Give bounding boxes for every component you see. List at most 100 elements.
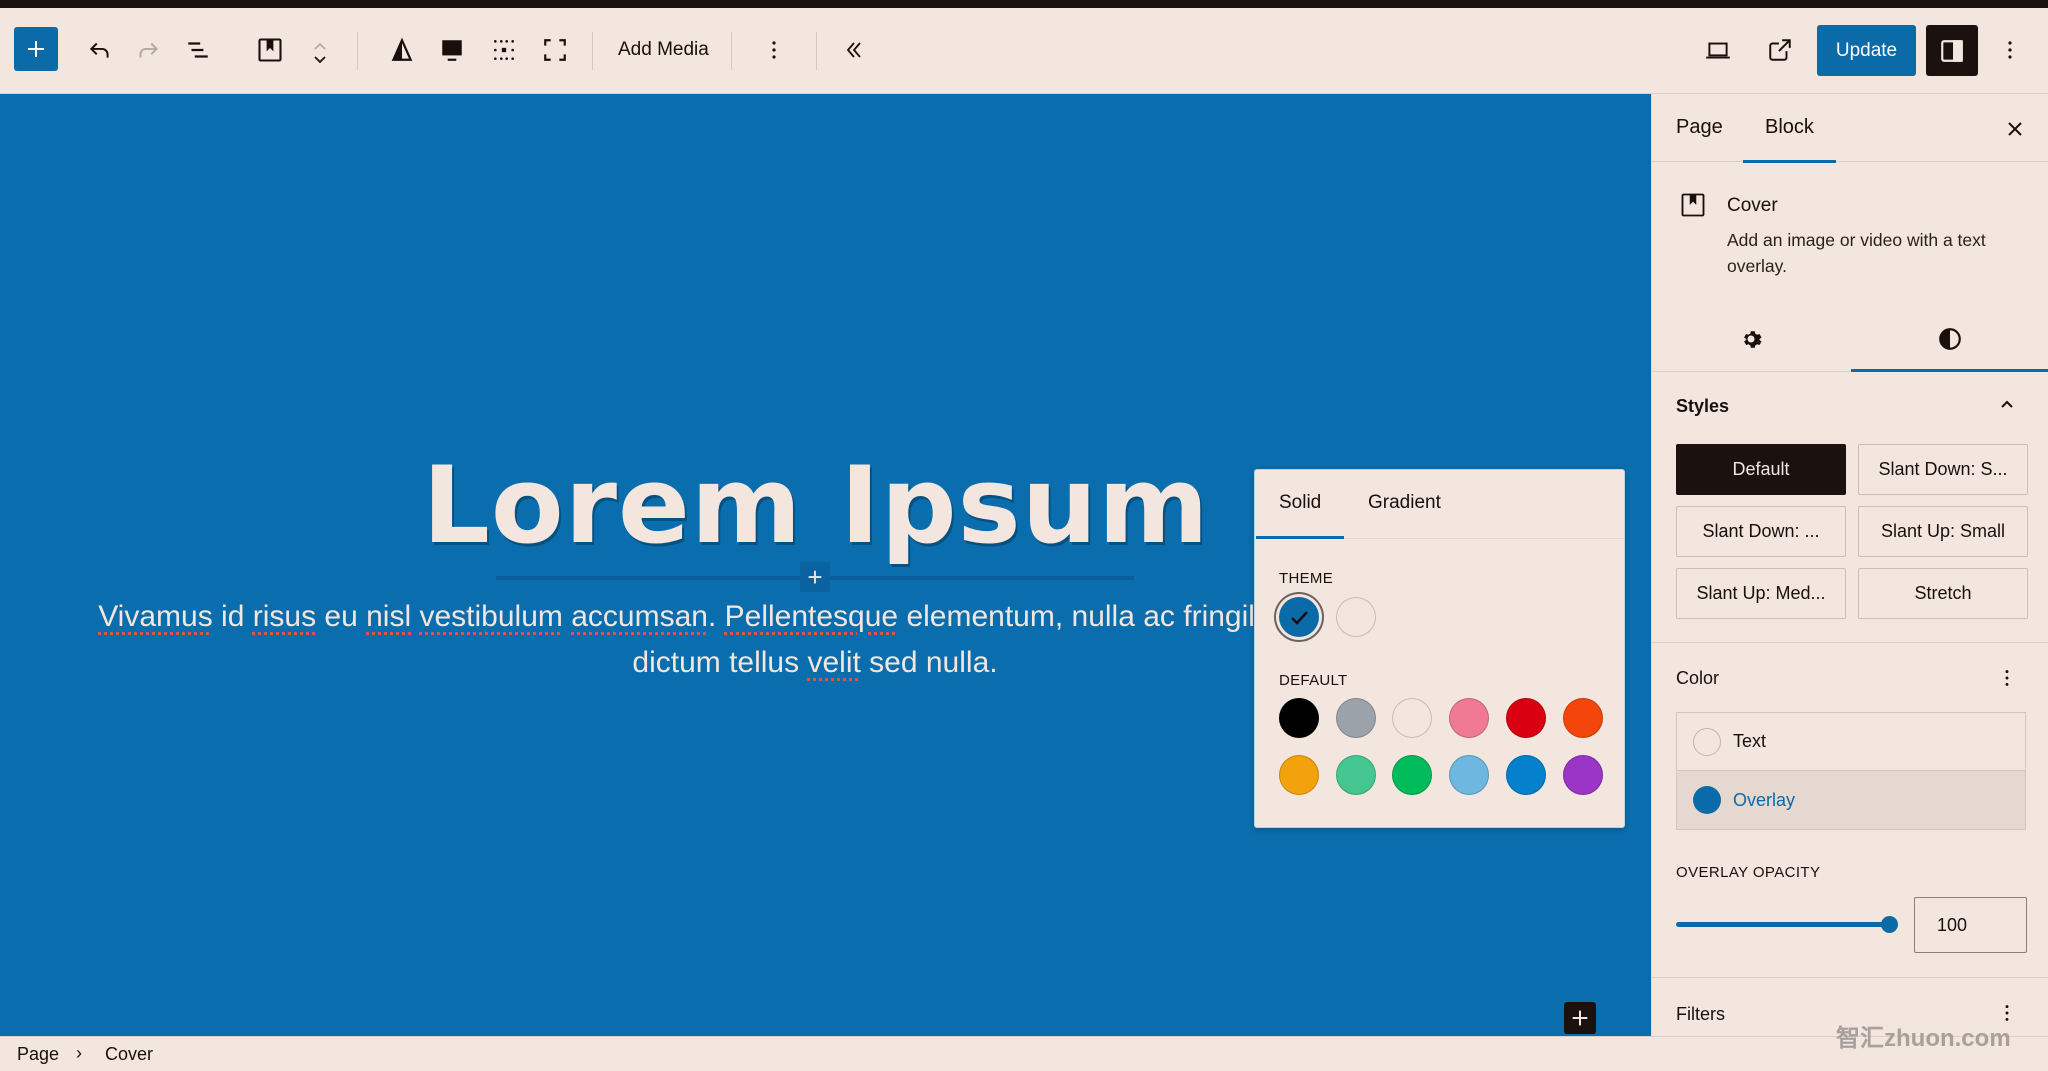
block-description: Add an image or video with a text overla… xyxy=(1727,230,1986,276)
close-sidebar-button[interactable] xyxy=(2000,114,2030,144)
style-option-button[interactable]: Slant Down: ... xyxy=(1676,506,1846,557)
style-option-button[interactable]: Stretch xyxy=(1858,568,2028,619)
settings-toggle-button[interactable] xyxy=(1926,25,1978,76)
preview-button[interactable] xyxy=(1698,30,1738,70)
undo-icon xyxy=(89,42,109,58)
text-color-item[interactable]: Text xyxy=(1677,713,2025,771)
theme-colors-label: THEME xyxy=(1279,570,1333,587)
content-position-button[interactable] xyxy=(432,30,472,70)
options-menu-button[interactable] xyxy=(1992,30,2028,70)
paragraph-text: . xyxy=(707,600,725,633)
overlay-color-item[interactable]: Overlay xyxy=(1677,771,2025,829)
active-tab-indicator xyxy=(1256,536,1344,539)
editor-toolbar: Add Media Update xyxy=(0,8,2048,94)
block-options-button[interactable] xyxy=(754,30,794,70)
undo-button[interactable] xyxy=(80,30,120,70)
overlay-opacity-slider-track[interactable] xyxy=(1676,922,1891,927)
more-vertical-icon xyxy=(772,41,776,59)
triangle-contrast-icon xyxy=(391,37,413,61)
sidebar-panel-icon xyxy=(1941,39,1963,62)
append-block-button[interactable] xyxy=(1564,1002,1596,1034)
default-color-swatch[interactable] xyxy=(1279,698,1319,738)
chevron-right-icon: › xyxy=(76,1043,82,1063)
style-option-button[interactable]: Default xyxy=(1676,444,1846,495)
check-icon xyxy=(1291,611,1308,625)
misspelled-word: Vivamus xyxy=(98,600,213,633)
tab-gradient[interactable]: Gradient xyxy=(1368,492,1441,514)
sidebar-tabs: Page Block xyxy=(1652,94,2048,163)
style-option-button[interactable]: Slant Up: Med... xyxy=(1676,568,1846,619)
breadcrumb-page[interactable]: Page xyxy=(17,1044,59,1065)
overlay-opacity-slider-thumb[interactable] xyxy=(1881,916,1898,933)
block-inspector-tabs xyxy=(1652,306,2048,372)
duotone-filter-button[interactable] xyxy=(382,30,422,70)
block-card: Cover Add an image or video with a text … xyxy=(1652,163,2048,276)
text-color-swatch xyxy=(1693,727,1721,756)
default-color-swatch[interactable] xyxy=(1449,698,1490,738)
redo-button[interactable] xyxy=(128,30,168,70)
view-page-button[interactable] xyxy=(1760,30,1800,70)
chevron-up-icon[interactable] xyxy=(311,39,329,53)
close-icon xyxy=(2008,122,2022,136)
tab-block[interactable]: Block xyxy=(1765,116,1814,139)
default-color-swatch[interactable] xyxy=(1335,698,1376,738)
default-color-swatch[interactable] xyxy=(1335,755,1376,795)
full-height-icon xyxy=(544,39,566,61)
cover-block-icon xyxy=(258,38,282,62)
style-option-button[interactable]: Slant Down: S... xyxy=(1858,444,2028,495)
overlay-color-swatch xyxy=(1693,786,1721,814)
default-color-swatch[interactable] xyxy=(1392,755,1433,795)
overlay-opacity-input[interactable] xyxy=(1914,897,2027,953)
full-height-button[interactable] xyxy=(535,30,575,70)
block-breadcrumb-bar: Page › Cover xyxy=(0,1036,2048,1071)
paragraph-text xyxy=(563,600,571,633)
list-view-icon xyxy=(188,42,208,58)
default-color-swatch[interactable] xyxy=(1505,755,1546,795)
content-position-icon xyxy=(442,40,462,61)
double-chevron-left-icon xyxy=(846,42,861,58)
tab-styles[interactable] xyxy=(1851,306,2048,372)
move-block-buttons[interactable] xyxy=(304,30,336,76)
panel-divider xyxy=(1652,977,2048,978)
add-media-button[interactable]: Add Media xyxy=(608,30,719,70)
color-picker-popover: Solid Gradient THEME DEFAULT xyxy=(1254,469,1625,828)
block-title: Cover xyxy=(1727,195,1778,216)
overlay-opacity-label: OVERLAY OPACITY xyxy=(1676,864,1821,881)
tab-page[interactable]: Page xyxy=(1676,116,1723,139)
tab-solid[interactable]: Solid xyxy=(1279,492,1321,514)
chevron-up-icon xyxy=(2001,400,2013,408)
theme-color-swatch[interactable] xyxy=(1279,597,1319,637)
list-view-button[interactable] xyxy=(178,30,218,70)
block-inserter-button[interactable] xyxy=(14,27,58,71)
focal-point-button[interactable] xyxy=(484,30,524,70)
default-color-swatch[interactable] xyxy=(1562,755,1603,795)
block-type-button[interactable] xyxy=(250,30,290,70)
theme-color-swatch[interactable] xyxy=(1336,597,1376,637)
style-option-button[interactable]: Slant Up: Small xyxy=(1858,506,2028,557)
tab-settings[interactable] xyxy=(1652,306,1850,372)
update-button[interactable]: Update xyxy=(1817,25,1916,76)
plus-icon xyxy=(1572,1010,1588,1026)
chevron-down-icon[interactable] xyxy=(311,53,329,67)
window-top-strip xyxy=(0,0,2048,8)
overlay-color-label: Overlay xyxy=(1733,789,1796,810)
plus-icon: + xyxy=(807,562,823,592)
breadcrumb-cover: Cover xyxy=(105,1044,154,1064)
styles-panel-toggle[interactable] xyxy=(1992,390,2022,420)
default-color-swatch[interactable] xyxy=(1562,698,1603,738)
toolbar-divider xyxy=(592,32,593,70)
settings-sidebar: Page Block Cover Add an image or video w… xyxy=(1651,94,2048,1036)
plus-icon xyxy=(28,41,44,57)
collapse-toolbar-button[interactable] xyxy=(834,30,874,70)
default-color-swatch[interactable] xyxy=(1449,755,1490,795)
default-color-swatch[interactable] xyxy=(1392,698,1433,738)
color-panel-options-button[interactable] xyxy=(1992,663,2022,693)
default-color-swatch[interactable] xyxy=(1505,698,1546,738)
external-link-icon xyxy=(1769,39,1791,61)
misspelled-word: nisl xyxy=(366,600,412,633)
inline-inserter-button[interactable]: + xyxy=(800,562,830,592)
toolbar-divider xyxy=(816,32,817,70)
cover-block-icon xyxy=(1681,193,1705,217)
grid-dots-icon xyxy=(494,40,514,60)
default-color-swatch[interactable] xyxy=(1279,755,1319,795)
